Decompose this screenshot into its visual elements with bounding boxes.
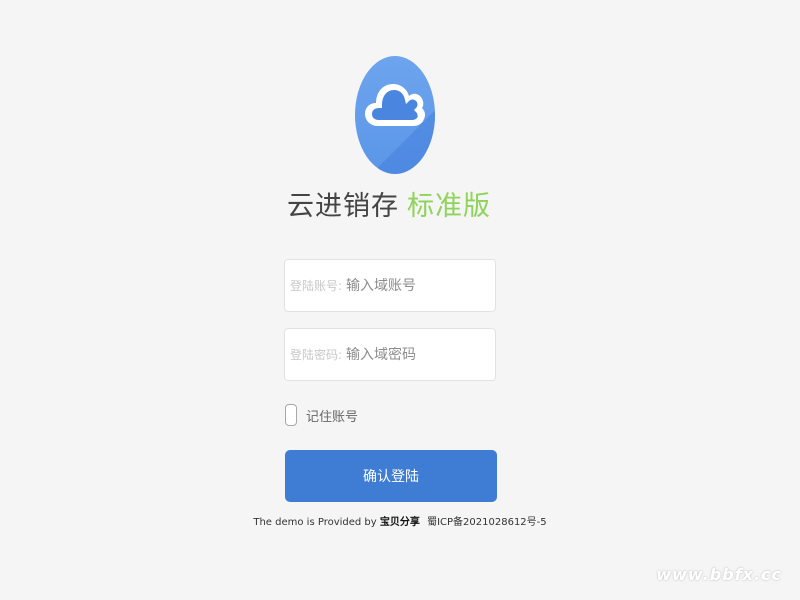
watermark: www.bbfx.cc xyxy=(656,565,782,584)
app-title: 云进销存 标准版 xyxy=(0,184,778,223)
password-label: 登陆密码: xyxy=(290,348,343,362)
username-label: 登陆账号: xyxy=(290,279,343,293)
password-input[interactable] xyxy=(344,346,487,363)
remember-checkbox[interactable] xyxy=(285,404,297,426)
password-field[interactable]: 登陆密码: xyxy=(284,328,496,381)
username-field[interactable]: 登陆账号: xyxy=(284,259,496,312)
remember-account[interactable]: 记住账号 xyxy=(285,404,358,426)
cloud-icon xyxy=(365,84,426,126)
footer: The demo is Provided by 宝贝分享 蜀ICP备202102… xyxy=(0,513,800,528)
footer-prefix: The demo is Provided by xyxy=(253,517,377,528)
remember-label: 记住账号 xyxy=(306,409,359,425)
app-logo xyxy=(355,56,435,174)
footer-icp-link[interactable]: 蜀ICP备2021028612号-5 xyxy=(427,517,547,528)
app-name: 云进销存 xyxy=(287,191,399,222)
footer-provider-link[interactable]: 宝贝分享 xyxy=(380,517,420,528)
login-button[interactable]: 确认登陆 xyxy=(285,450,497,502)
login-page: 云进销存标准版 登陆账号: 登陆密码: 记住账号 确认登陆 The demo i… xyxy=(0,0,800,600)
username-input[interactable] xyxy=(344,277,487,294)
app-edition: 标准版 xyxy=(407,191,491,222)
